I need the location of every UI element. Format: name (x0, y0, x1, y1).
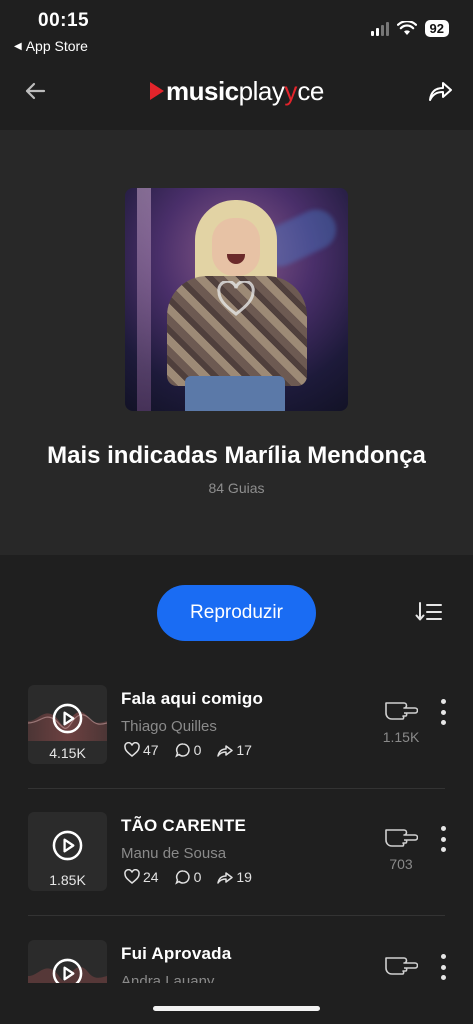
recommendation-count: 1.15K (382, 729, 420, 745)
pointing-hand-icon[interactable] (384, 950, 418, 976)
track-thumbnail[interactable]: 1.85K (28, 812, 107, 891)
logo-text-accent: y (284, 75, 298, 106)
playlist-count: 84 Guias (208, 480, 265, 496)
play-circle-icon[interactable] (52, 703, 83, 734)
track-thumbnail[interactable]: 4.15K (28, 685, 107, 764)
comments-count: 0 (193, 869, 202, 885)
heart-icon (124, 869, 140, 884)
battery-indicator: 92 (424, 20, 449, 37)
app-screen: 00:15 ◀ App Store 92 music play y ce Mai… (0, 0, 473, 1024)
track-artist[interactable]: Manu de Sousa (121, 845, 226, 862)
status-bar: 00:15 ◀ App Store 92 (0, 0, 473, 60)
comment-icon (174, 743, 190, 758)
share-icon[interactable] (425, 76, 455, 106)
play-all-button[interactable]: Reproduzir (157, 585, 316, 641)
more-options-icon[interactable] (436, 826, 450, 852)
back-to-app-link[interactable]: ◀ App Store (14, 38, 88, 54)
logo-text-tail: ce (297, 75, 324, 106)
more-options-icon[interactable] (436, 954, 450, 980)
track-artist[interactable]: Thiago Quilles (121, 718, 217, 735)
cellular-signal-icon (370, 21, 389, 36)
divider (28, 915, 445, 916)
likes-count: 24 (143, 869, 159, 885)
play-circle-icon[interactable] (52, 958, 83, 983)
back-app-label: App Store (25, 38, 88, 54)
sort-icon[interactable] (415, 600, 443, 624)
track-view-count: 4.15K (49, 745, 86, 761)
track-title[interactable]: Fala aqui comigo (121, 689, 263, 709)
app-header: music play y ce (0, 60, 473, 130)
track-item[interactable]: 1.85K TÃO CARENTE Manu de Sousa 24 0 19 (0, 812, 473, 922)
pointing-hand-icon[interactable] (384, 822, 418, 848)
shares-count: 17 (236, 742, 252, 758)
home-indicator[interactable] (153, 1006, 320, 1011)
track-item[interactable]: 4.15K Fala aqui comigo Thiago Quilles 47… (0, 685, 473, 795)
track-view-count: 1.85K (49, 872, 86, 888)
share-arrow-icon (217, 872, 234, 884)
heart-outline-icon[interactable] (216, 281, 256, 317)
shares-stat[interactable]: 19 (217, 869, 252, 885)
shares-stat[interactable]: 17 (217, 742, 252, 758)
musicplayce-logo: music play y ce (150, 74, 324, 108)
comment-icon (174, 870, 190, 885)
likes-count: 47 (143, 742, 159, 758)
playlist-cover-image[interactable] (125, 188, 348, 411)
track-title[interactable]: TÃO CARENTE (121, 816, 246, 836)
track-list: 4.15K Fala aqui comigo Thiago Quilles 47… (0, 685, 473, 983)
track-title[interactable]: Fui Aprovada (121, 944, 231, 964)
share-arrow-icon (217, 745, 234, 757)
pointing-hand-icon[interactable] (384, 695, 418, 721)
logo-play-icon (150, 82, 164, 100)
play-circle-icon[interactable] (52, 830, 83, 861)
track-item[interactable]: Fui Aprovada Andra Lauany (0, 940, 473, 983)
wifi-icon (396, 21, 417, 35)
back-triangle-icon: ◀ (14, 40, 22, 52)
system-icons: 92 (370, 20, 449, 37)
heart-icon (124, 742, 140, 757)
playlist-title: Mais indicadas Marília Mendonça (47, 442, 426, 469)
logo-text-light: play (238, 75, 285, 106)
shares-count: 19 (236, 869, 252, 885)
track-thumbnail[interactable] (28, 940, 107, 983)
playlist-hero: Mais indicadas Marília Mendonça 84 Guias (0, 130, 473, 555)
likes-stat[interactable]: 47 (124, 742, 159, 758)
back-arrow-icon[interactable] (20, 76, 50, 106)
logo-text-bold: music (166, 75, 239, 106)
likes-stat[interactable]: 24 (124, 869, 159, 885)
track-artist[interactable]: Andra Lauany (121, 973, 214, 983)
comments-stat[interactable]: 0 (174, 742, 202, 758)
track-stats: 47 0 17 (124, 742, 268, 758)
comments-stat[interactable]: 0 (174, 869, 202, 885)
clock: 00:15 (38, 10, 90, 31)
comments-count: 0 (193, 742, 202, 758)
track-stats: 24 0 19 (124, 869, 268, 885)
recommendation-count: 703 (389, 856, 413, 872)
more-options-icon[interactable] (436, 699, 450, 725)
divider (28, 788, 445, 789)
